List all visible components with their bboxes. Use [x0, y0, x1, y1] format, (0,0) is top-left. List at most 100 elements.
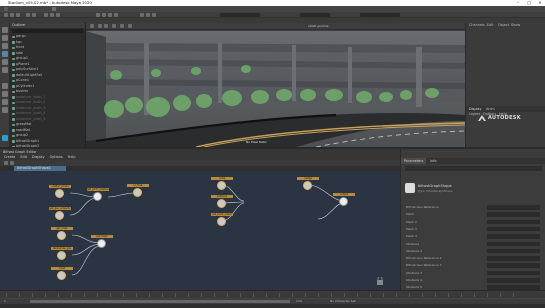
rotate-tool-icon[interactable]: [2, 59, 8, 65]
select-object-icon[interactable]: [50, 13, 54, 17]
save-scene-icon[interactable]: [16, 13, 20, 17]
live-surface-field[interactable]: [220, 13, 260, 17]
shaded-icon[interactable]: [104, 24, 108, 28]
graph-node[interactable]: randomize_geo: [51, 247, 73, 260]
outliner-item-label: defaultLightSet: [16, 72, 42, 77]
ae-attribute-field[interactable]: [487, 256, 540, 261]
open-scene-icon[interactable]: [10, 13, 14, 17]
ae-attribute-field[interactable]: [487, 241, 540, 246]
graph-node-label: get_point_position: [87, 188, 109, 191]
time-tick: [175, 293, 176, 297]
graph-node[interactable]: merge: [297, 177, 319, 190]
ae-attribute-field[interactable]: [487, 270, 540, 276]
channel-tab-channels[interactable]: Channels: [469, 23, 485, 28]
graph-menu-edit[interactable]: Edit: [20, 155, 27, 159]
textured-icon[interactable]: [112, 24, 116, 28]
channel-tab-edit[interactable]: Edit: [487, 23, 494, 28]
graph-node[interactable]: scatter_points: [49, 185, 71, 198]
graph-home-icon[interactable]: [4, 161, 8, 165]
paint-select-icon[interactable]: [2, 43, 8, 49]
graph-node[interactable]: to_float: [127, 184, 149, 197]
single-perspective-layout-icon[interactable]: [2, 83, 8, 89]
sign-in-field[interactable]: [360, 13, 400, 17]
graph-node[interactable]: get_point_position: [87, 188, 109, 201]
render-settings-icon[interactable]: [152, 13, 156, 17]
graph-menu-create[interactable]: Create: [4, 155, 15, 159]
ae-tab-parameters[interactable]: Parameters: [401, 158, 427, 164]
snap-grid-icon[interactable]: [96, 13, 100, 17]
menu-set-dropdown[interactable]: [52, 7, 56, 11]
lights-icon[interactable]: [120, 24, 124, 28]
ae-attribute-field[interactable]: [487, 219, 540, 225]
graph-frame-icon[interactable]: [10, 161, 14, 165]
scale-tool-icon[interactable]: [2, 67, 8, 73]
range-slider-bar[interactable]: [30, 300, 290, 303]
ae-attribute-field[interactable]: [487, 248, 540, 254]
lasso-tool-icon[interactable]: [2, 35, 8, 41]
render-icon[interactable]: [140, 13, 144, 17]
select-tool-icon[interactable]: [2, 27, 8, 33]
select-component-icon[interactable]: [56, 13, 60, 17]
ae-attribute-field[interactable]: [487, 226, 540, 232]
graph-lock-icon[interactable]: [376, 277, 384, 285]
color-space-label[interactable]: sRGB gamma: [308, 24, 328, 28]
symmetry-field[interactable]: [300, 13, 330, 17]
persp-outliner-layout-icon[interactable]: [2, 99, 8, 105]
graph-node[interactable]: output: [333, 193, 355, 206]
ae-node-type: Type: bifrostGraphShape: [418, 189, 453, 193]
graph-menu-display[interactable]: Display: [32, 155, 45, 159]
new-scene-icon[interactable]: [4, 13, 8, 17]
range-start[interactable]: 1: [4, 299, 6, 303]
graph-node[interactable]: set_mesh: [91, 235, 113, 248]
time-slider[interactable]: [0, 291, 545, 298]
transform-icon: [12, 46, 15, 49]
select-hierarchy-icon[interactable]: [44, 13, 48, 17]
graph-node[interactable]: instance: [211, 195, 233, 208]
ae-tab-info[interactable]: Info: [427, 158, 439, 164]
graph-menu-options[interactable]: Options: [50, 155, 63, 159]
time-tick: [240, 293, 241, 297]
undo-icon[interactable]: [26, 13, 30, 17]
transform-icon: [12, 41, 15, 44]
ae-attribute-label: Obstacle 3: [406, 270, 423, 275]
channel-tab-show[interactable]: Show: [511, 23, 520, 28]
viewport-panel[interactable]: sRGB gamma No Pixel Ratio: [86, 23, 465, 147]
ae-attribute-field[interactable]: [487, 234, 540, 239]
maya-logo-icon: [2, 135, 8, 141]
four-view-layout-icon[interactable]: [2, 91, 8, 97]
range-end[interactable]: 120: [296, 299, 302, 303]
redo-icon[interactable]: [32, 13, 36, 17]
ae-attribute-field[interactable]: [487, 263, 540, 268]
graph-canvas[interactable]: scatter_points get_geo_property get_point_…: [0, 171, 400, 290]
character-set-dropdown[interactable]: No Character Set: [330, 299, 356, 303]
ipr-render-icon[interactable]: [146, 13, 150, 17]
ae-attribute-field[interactable]: [487, 278, 540, 283]
graph-node-label: scatter_points: [49, 185, 71, 188]
snap-curve-icon[interactable]: [102, 13, 106, 17]
graph-layout-icon[interactable]: [2, 107, 8, 113]
transform-icon: [12, 57, 15, 60]
graph-node[interactable]: input: [51, 267, 73, 280]
outliner-search-input[interactable]: [12, 29, 83, 33]
ae-attribute-field[interactable]: [487, 212, 540, 217]
command-line-input[interactable]: [0, 304, 545, 308]
shadows-icon[interactable]: [128, 24, 132, 28]
transform-icon: [12, 140, 15, 143]
graph-node[interactable]: get_scale: [51, 227, 73, 240]
snap-point-icon[interactable]: [108, 13, 112, 17]
ae-attribute-field[interactable]: [487, 205, 540, 210]
wireframe-icon[interactable]: [98, 24, 102, 28]
snap-view-icon[interactable]: [114, 13, 118, 17]
transform-icon: [12, 96, 15, 99]
channel-tab-object[interactable]: Object: [498, 23, 509, 28]
camera-select-icon[interactable]: [90, 24, 94, 28]
ae-search-input[interactable]: [405, 166, 542, 171]
workspace-dropdown[interactable]: [4, 7, 8, 11]
graph-node-icon: [57, 271, 66, 280]
graph-node[interactable]: set_point_orient: [211, 213, 233, 226]
graph-menu-help[interactable]: Help: [68, 155, 76, 159]
move-tool-icon[interactable]: [2, 51, 8, 57]
graph-node[interactable]: get_geo_property: [49, 207, 71, 220]
graph-node[interactable]: noise: [211, 177, 233, 190]
outliner-item-label: bifrostGraph1: [16, 138, 40, 143]
